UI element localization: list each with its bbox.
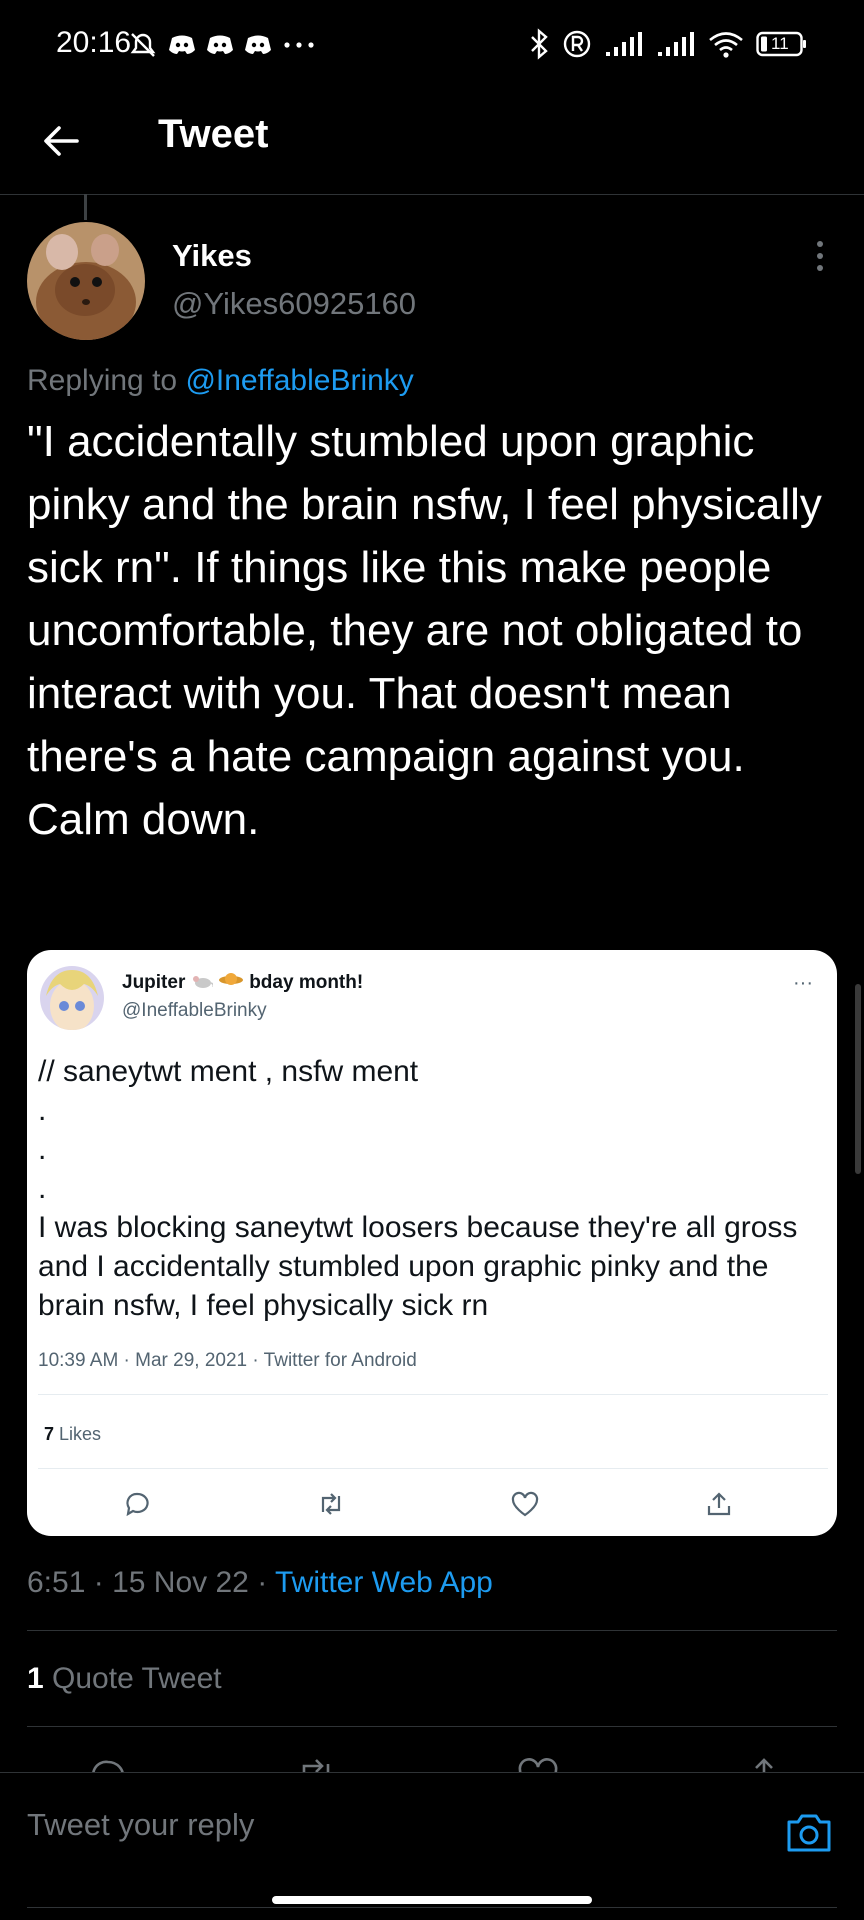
avatar[interactable] (27, 222, 145, 340)
like-icon[interactable] (516, 1756, 560, 1772)
divider (27, 1630, 837, 1631)
quoted-tweet-image[interactable]: Jupiter bday month! @IneffableBrinky ···… (27, 950, 837, 1536)
quoted-action-bar (27, 1484, 837, 1524)
share-icon (699, 1484, 739, 1524)
home-indicator[interactable] (272, 1896, 592, 1904)
tweet-action-bar (0, 1738, 864, 1772)
tweet-timestamp: 6:51 · 15 Nov 22 · Twitter Web App (27, 1566, 493, 1599)
planet-emoji-icon (218, 972, 249, 993)
author-name[interactable]: Yikes (172, 238, 252, 274)
quoted-tweet-text: // saneytwt ment , nsfw ment . . . I was… (38, 1055, 798, 1322)
more-dots-icon (282, 40, 316, 50)
replying-mention-link[interactable]: @IneffableBrinky (185, 364, 413, 397)
retweet-icon (311, 1484, 351, 1524)
quoted-author-handle: @IneffableBrinky (122, 1000, 267, 1021)
source-app-link[interactable]: Twitter Web App (275, 1566, 493, 1599)
replying-to: Replying to @IneffableBrinky (27, 364, 414, 398)
alarm-off-icon (128, 30, 158, 60)
bluetooth-icon (528, 28, 550, 60)
thread-line (84, 194, 87, 220)
back-arrow-icon[interactable] (36, 116, 86, 166)
discord-icon (168, 34, 196, 56)
signal-icon (604, 30, 644, 58)
wifi-icon (708, 30, 744, 58)
status-bar: 20:16 11 (0, 0, 864, 96)
author-handle[interactable]: @Yikes60925160 (172, 286, 416, 322)
status-time: 20:16 (56, 26, 132, 59)
like-icon (505, 1484, 545, 1524)
share-icon[interactable] (744, 1754, 784, 1772)
status-left-icons (128, 30, 316, 60)
scrollbar[interactable] (855, 984, 861, 1174)
page-title: Tweet (158, 112, 269, 156)
reply-composer (0, 1772, 864, 1909)
discord-icon (206, 34, 234, 56)
top-app-bar: Tweet (0, 96, 864, 195)
quoted-tweet-meta: 10:39 AM · Mar 29, 2021 · Twitter for An… (38, 1350, 417, 1371)
registered-icon (562, 29, 592, 59)
mouse-emoji-icon (191, 972, 218, 993)
battery-level: 11 (771, 34, 789, 53)
tweet-text: "I accidentally stumbled upon graphic pi… (27, 417, 822, 844)
reply-input[interactable] (27, 1807, 767, 1843)
quote-tweets-stat[interactable]: 1 Quote Tweet (27, 1662, 222, 1696)
quoted-likes: 7 Likes (44, 1424, 102, 1444)
replying-prefix: Replying to (27, 364, 178, 397)
divider (38, 1468, 828, 1469)
quoted-avatar (40, 966, 104, 1030)
status-right-icons: 11 (528, 28, 808, 60)
divider (27, 1726, 837, 1727)
divider (38, 1394, 828, 1395)
divider (27, 1907, 837, 1908)
reply-icon (117, 1484, 157, 1524)
quoted-author-name: Jupiter bday month! (122, 972, 364, 993)
more-vertical-icon[interactable] (804, 236, 836, 276)
discord-icon (244, 34, 272, 56)
battery-icon: 11 (756, 31, 808, 57)
signal-icon (656, 30, 696, 58)
camera-icon[interactable] (784, 1807, 834, 1857)
retweet-icon[interactable] (294, 1756, 338, 1772)
quoted-more-icon: ··· (793, 972, 813, 994)
reply-icon[interactable] (88, 1758, 128, 1772)
